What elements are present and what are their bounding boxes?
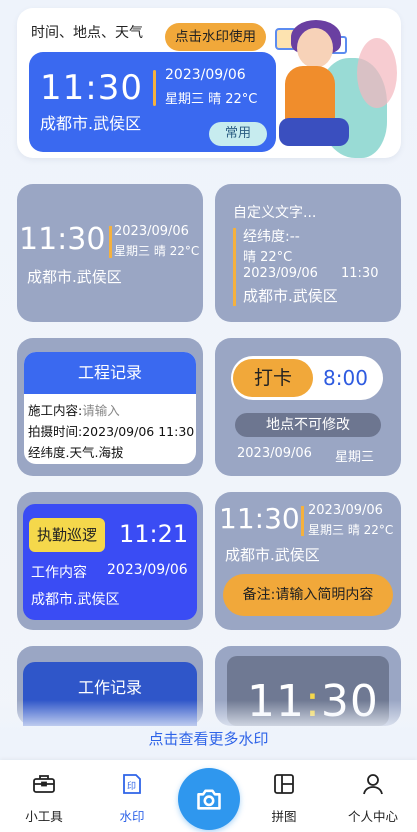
use-watermark-badge[interactable]: 点击水印使用 (165, 23, 266, 51)
watermark-template-engineering-record[interactable]: 工程记录 施工内容:请输入 拍摄时间:2023/09/06 11:30 经纬度.… (17, 338, 203, 476)
watermark-time: 11:30 (40, 68, 143, 108)
weather-text: 晴 22°C (243, 250, 293, 265)
watermark-date: 2023/09/06 (107, 562, 188, 578)
accent-divider (233, 228, 236, 306)
coordinates-text: 经纬度:-- (243, 229, 300, 245)
common-tag: 常用 (209, 122, 267, 146)
person-face-icon (297, 28, 333, 68)
watermark-date: 2023/09/06 (165, 67, 246, 83)
accent-divider (153, 70, 156, 106)
featured-watermark-card[interactable]: 时间、地点、天气 点击水印使用 11:30 2023/09/06 星期三 晴 2… (17, 8, 401, 158)
work-record-title: 工作记录 (77, 678, 142, 697)
camera-icon (197, 789, 221, 810)
watermark-template-patrol[interactable]: 执勤巡逻 11:21 工作内容 2023/09/06 成都市.武侯区 (17, 492, 203, 630)
engineering-record-header: 工程记录 (24, 352, 196, 394)
accent-divider (109, 226, 112, 258)
tab-collage-label: 拼图 (271, 809, 297, 824)
watermark-date: 2023/09/06 (114, 224, 189, 239)
watermark-tab-icon: 印 (123, 774, 141, 794)
work-content-label: 工作内容 (31, 565, 87, 581)
engineering-record-box: 工程记录 施工内容:请输入 拍摄时间:2023/09/06 11:30 经纬度.… (24, 352, 196, 464)
watermark-template-punch-in[interactable]: 打卡 8:00 地点不可修改 2023/09/06 星期三 (215, 338, 401, 476)
patrol-tag: 执勤巡逻 (29, 518, 105, 552)
watermark-template-time-location[interactable]: 11:30 2023/09/06 星期三 晴 22°C 成都市.武侯区 (17, 184, 203, 322)
watermark-time: 11:21 (119, 520, 189, 548)
tab-collage[interactable]: 拼图 (244, 760, 324, 832)
construction-content-row: 施工内容:请输入 (28, 400, 120, 419)
tab-profile[interactable]: 个人中心 (333, 760, 413, 832)
watermark-date: 2023/09/06 (243, 266, 318, 281)
shot-time-row: 拍摄时间:2023/09/06 11:30 (28, 424, 195, 439)
construction-content-label: 施工内容: (28, 403, 83, 418)
svg-text:印: 印 (127, 780, 136, 792)
tab-watermark-label: 水印 (119, 809, 145, 824)
watermark-time: 11:30 (341, 266, 379, 281)
watermark-location: 成都市.武侯区 (225, 546, 320, 564)
watermark-weekday-weather: 星期三 晴 22°C (165, 92, 258, 107)
collage-icon (274, 774, 294, 794)
construction-content-placeholder: 请输入 (82, 403, 120, 418)
accent-divider (301, 506, 304, 536)
watermark-template-custom-text[interactable]: 自定义文字... 经纬度:-- 晴 22°C 2023/09/06 11:30 … (215, 184, 401, 322)
location-locked-badge: 地点不可修改 (235, 413, 381, 437)
camera-button[interactable] (178, 768, 240, 830)
tab-watermark[interactable]: 印 水印 (92, 760, 172, 832)
watermark-time: 11:30 (219, 502, 300, 535)
user-icon (363, 774, 383, 795)
watermark-weekday: 星期三 (335, 450, 375, 465)
watermark-location: 成都市.武侯区 (40, 114, 142, 133)
coords-weather-altitude-row: 经纬度.天气.海拔 (28, 445, 124, 460)
flower-illustration-icon (357, 38, 397, 108)
featured-title: 时间、地点、天气 (31, 25, 143, 41)
watermark-location: 成都市.武侯区 (27, 268, 122, 286)
punch-time: 8:00 (323, 366, 368, 390)
watermark-weekday-weather: 星期三 晴 22°C (308, 523, 394, 537)
note-badge: 备注:请输入简明内容 (223, 574, 393, 616)
tab-tools[interactable]: 小工具 (4, 760, 84, 832)
view-more-watermarks-link[interactable]: 点击查看更多水印 (0, 728, 417, 749)
watermark-date: 2023/09/06 (308, 503, 383, 518)
person-body-icon (285, 66, 335, 126)
punch-badge: 打卡 (233, 359, 313, 397)
watermark-time: 11:30 (19, 222, 106, 257)
watermark-location: 成都市.武侯区 (243, 287, 338, 305)
custom-text: 自定义文字... (233, 205, 317, 221)
watermark-location: 成都市.武侯区 (31, 592, 120, 608)
watermark-date: 2023/09/06 (237, 446, 312, 461)
watermark-template-with-note[interactable]: 11:30 2023/09/06 星期三 晴 22°C 成都市.武侯区 备注:请… (215, 492, 401, 630)
tab-tools-label: 小工具 (25, 809, 63, 824)
tab-profile-label: 个人中心 (347, 809, 398, 824)
toolbox-icon (33, 775, 55, 793)
patrol-preview: 执勤巡逻 11:21 工作内容 2023/09/06 成都市.武侯区 (23, 504, 197, 620)
featured-watermark-preview: 11:30 2023/09/06 星期三 晴 22°C 成都市.武侯区 常用 (29, 52, 276, 152)
watermark-weekday-weather: 星期三 晴 22°C (114, 244, 200, 258)
person-legs-icon (279, 118, 349, 146)
